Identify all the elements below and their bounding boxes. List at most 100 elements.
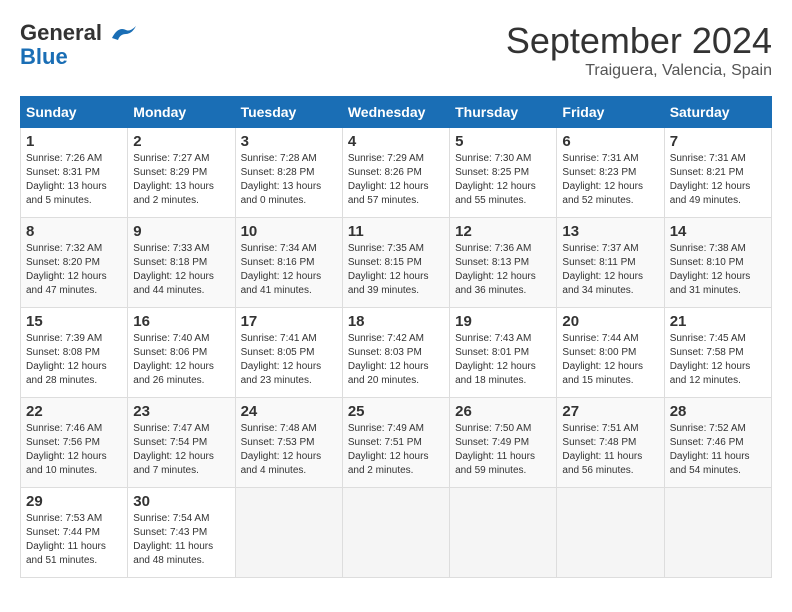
sunset-time: Sunset: 8:15 PM xyxy=(348,257,422,268)
sunrise-time: Sunrise: 7:49 AM xyxy=(348,423,424,434)
sunrise-time: Sunrise: 7:29 AM xyxy=(348,153,424,164)
day-info: Sunrise: 7:48 AMSunset: 7:53 PMDaylight:… xyxy=(241,422,337,478)
day-number: 5 xyxy=(455,133,551,150)
sunrise-time: Sunrise: 7:27 AM xyxy=(133,153,209,164)
day-info: Sunrise: 7:49 AMSunset: 7:51 PMDaylight:… xyxy=(348,422,444,478)
daylight-hours: Daylight: 12 hours and 28 minutes. xyxy=(26,361,107,386)
sunset-time: Sunset: 8:31 PM xyxy=(26,167,100,178)
daylight-hours: Daylight: 12 hours and 36 minutes. xyxy=(455,271,536,296)
day-info: Sunrise: 7:26 AMSunset: 8:31 PMDaylight:… xyxy=(26,152,122,208)
month-title: September 2024 xyxy=(506,20,772,62)
day-number: 23 xyxy=(133,403,229,420)
calendar-cell: 25Sunrise: 7:49 AMSunset: 7:51 PMDayligh… xyxy=(342,398,449,488)
logo: General Blue xyxy=(20,20,138,69)
location: Traiguera, Valencia, Spain xyxy=(506,62,772,80)
calendar-cell xyxy=(664,488,771,578)
sunrise-time: Sunrise: 7:40 AM xyxy=(133,333,209,344)
sunset-time: Sunset: 7:49 PM xyxy=(455,437,529,448)
calendar-cell: 9Sunrise: 7:33 AMSunset: 8:18 PMDaylight… xyxy=(128,218,235,308)
sunrise-time: Sunrise: 7:26 AM xyxy=(26,153,102,164)
sunrise-time: Sunrise: 7:38 AM xyxy=(670,243,746,254)
sunset-time: Sunset: 8:10 PM xyxy=(670,257,744,268)
calendar-cell: 28Sunrise: 7:52 AMSunset: 7:46 PMDayligh… xyxy=(664,398,771,488)
daylight-hours: Daylight: 12 hours and 55 minutes. xyxy=(455,181,536,206)
sunrise-time: Sunrise: 7:35 AM xyxy=(348,243,424,254)
calendar-cell xyxy=(235,488,342,578)
sunrise-time: Sunrise: 7:50 AM xyxy=(455,423,531,434)
sunrise-time: Sunrise: 7:33 AM xyxy=(133,243,209,254)
daylight-hours: Daylight: 12 hours and 26 minutes. xyxy=(133,361,214,386)
daylight-hours: Daylight: 11 hours and 51 minutes. xyxy=(26,541,106,566)
col-sunday: Sunday xyxy=(21,97,128,128)
sunset-time: Sunset: 7:54 PM xyxy=(133,437,207,448)
daylight-hours: Daylight: 12 hours and 39 minutes. xyxy=(348,271,429,296)
daylight-hours: Daylight: 11 hours and 56 minutes. xyxy=(562,451,642,476)
sunrise-time: Sunrise: 7:37 AM xyxy=(562,243,638,254)
calendar-cell: 19Sunrise: 7:43 AMSunset: 8:01 PMDayligh… xyxy=(450,308,557,398)
calendar-cell: 16Sunrise: 7:40 AMSunset: 8:06 PMDayligh… xyxy=(128,308,235,398)
sunrise-time: Sunrise: 7:44 AM xyxy=(562,333,638,344)
sunset-time: Sunset: 8:00 PM xyxy=(562,347,636,358)
calendar-cell: 15Sunrise: 7:39 AMSunset: 8:08 PMDayligh… xyxy=(21,308,128,398)
day-number: 4 xyxy=(348,133,444,150)
sunrise-time: Sunrise: 7:30 AM xyxy=(455,153,531,164)
sunrise-time: Sunrise: 7:39 AM xyxy=(26,333,102,344)
sunset-time: Sunset: 8:03 PM xyxy=(348,347,422,358)
day-info: Sunrise: 7:30 AMSunset: 8:25 PMDaylight:… xyxy=(455,152,551,208)
calendar-cell: 22Sunrise: 7:46 AMSunset: 7:56 PMDayligh… xyxy=(21,398,128,488)
col-monday: Monday xyxy=(128,97,235,128)
day-number: 17 xyxy=(241,313,337,330)
calendar-week-row: 29 Sunrise: 7:53 AMSunset: 7:44 PMDayligh… xyxy=(21,488,772,578)
day-info: Sunrise: 7:33 AMSunset: 8:18 PMDaylight:… xyxy=(133,242,229,298)
sunset-time: Sunset: 8:08 PM xyxy=(26,347,100,358)
calendar-week-row: 15Sunrise: 7:39 AMSunset: 8:08 PMDayligh… xyxy=(21,308,772,398)
day-number: 29 xyxy=(26,493,122,510)
daylight-hours: Daylight: 12 hours and 23 minutes. xyxy=(241,361,322,386)
day-info: Sunrise: 7:41 AMSunset: 8:05 PMDaylight:… xyxy=(241,332,337,388)
day-info: Sunrise: 7:34 AMSunset: 8:16 PMDaylight:… xyxy=(241,242,337,298)
day-info: Sunrise: 7:51 AMSunset: 7:48 PMDaylight:… xyxy=(562,422,658,478)
day-info: Sunrise: 7:38 AM Sunset: 8:10 PM Daylight:… xyxy=(670,242,766,298)
col-wednesday: Wednesday xyxy=(342,97,449,128)
page-header: General Blue September 2024 Traiguera, V… xyxy=(20,20,772,80)
calendar-header-row: Sunday Monday Tuesday Wednesday Thursday… xyxy=(21,97,772,128)
calendar-week-row: 8Sunrise: 7:32 AMSunset: 8:20 PMDaylight… xyxy=(21,218,772,308)
calendar-cell: 8Sunrise: 7:32 AMSunset: 8:20 PMDaylight… xyxy=(21,218,128,308)
day-info: Sunrise: 7:47 AMSunset: 7:54 PMDaylight:… xyxy=(133,422,229,478)
col-friday: Friday xyxy=(557,97,664,128)
day-info: Sunrise: 7:35 AM Sunset: 8:15 PM Daylight:… xyxy=(348,242,444,298)
daylight-hours: Daylight: 13 hours and 2 minutes. xyxy=(133,181,214,206)
daylight-hours: Daylight: 12 hours and 12 minutes. xyxy=(670,361,751,386)
calendar-table: Sunday Monday Tuesday Wednesday Thursday… xyxy=(20,96,772,578)
day-info: Sunrise: 7:53 AMSunset: 7:44 PMDaylight:… xyxy=(26,512,122,568)
day-number: 7 xyxy=(670,133,766,150)
sunset-time: Sunset: 7:44 PM xyxy=(26,527,100,538)
day-info: Sunrise: 7:54 AMSunset: 7:43 PMDaylight:… xyxy=(133,512,229,568)
sunset-time: Sunset: 7:46 PM xyxy=(670,437,744,448)
day-number: 11 xyxy=(348,223,444,240)
daylight-hours: Daylight: 12 hours and 31 minutes. xyxy=(670,271,751,296)
daylight-hours: Daylight: 11 hours and 48 minutes. xyxy=(133,541,213,566)
sunset-time: Sunset: 8:16 PM xyxy=(241,257,315,268)
sunset-time: Sunset: 8:29 PM xyxy=(133,167,207,178)
day-number: 21 xyxy=(670,313,766,330)
logo-blue: Blue xyxy=(20,45,138,69)
sunset-time: Sunset: 8:20 PM xyxy=(26,257,100,268)
calendar-cell: 10Sunrise: 7:34 AMSunset: 8:16 PMDayligh… xyxy=(235,218,342,308)
day-number: 22 xyxy=(26,403,122,420)
day-number: 12 xyxy=(455,223,551,240)
day-number: 2 xyxy=(133,133,229,150)
sunrise-time: Sunrise: 7:47 AM xyxy=(133,423,209,434)
calendar-week-row: 22Sunrise: 7:46 AMSunset: 7:56 PMDayligh… xyxy=(21,398,772,488)
daylight-hours: Daylight: 12 hours and 18 minutes. xyxy=(455,361,536,386)
day-info: Sunrise: 7:40 AMSunset: 8:06 PMDaylight:… xyxy=(133,332,229,388)
sunrise-time: Sunrise: 7:41 AM xyxy=(241,333,317,344)
daylight-hours: Daylight: 12 hours and 52 minutes. xyxy=(562,181,643,206)
sunrise-time: Sunrise: 7:28 AM xyxy=(241,153,317,164)
daylight-hours: Daylight: 12 hours and 4 minutes. xyxy=(241,451,322,476)
calendar-cell: 11 Sunrise: 7:35 AM Sunset: 8:15 PM Dayligh… xyxy=(342,218,449,308)
day-info: Sunrise: 7:45 AMSunset: 7:58 PMDaylight:… xyxy=(670,332,766,388)
col-tuesday: Tuesday xyxy=(235,97,342,128)
day-number: 3 xyxy=(241,133,337,150)
sunrise-time: Sunrise: 7:54 AM xyxy=(133,513,209,524)
